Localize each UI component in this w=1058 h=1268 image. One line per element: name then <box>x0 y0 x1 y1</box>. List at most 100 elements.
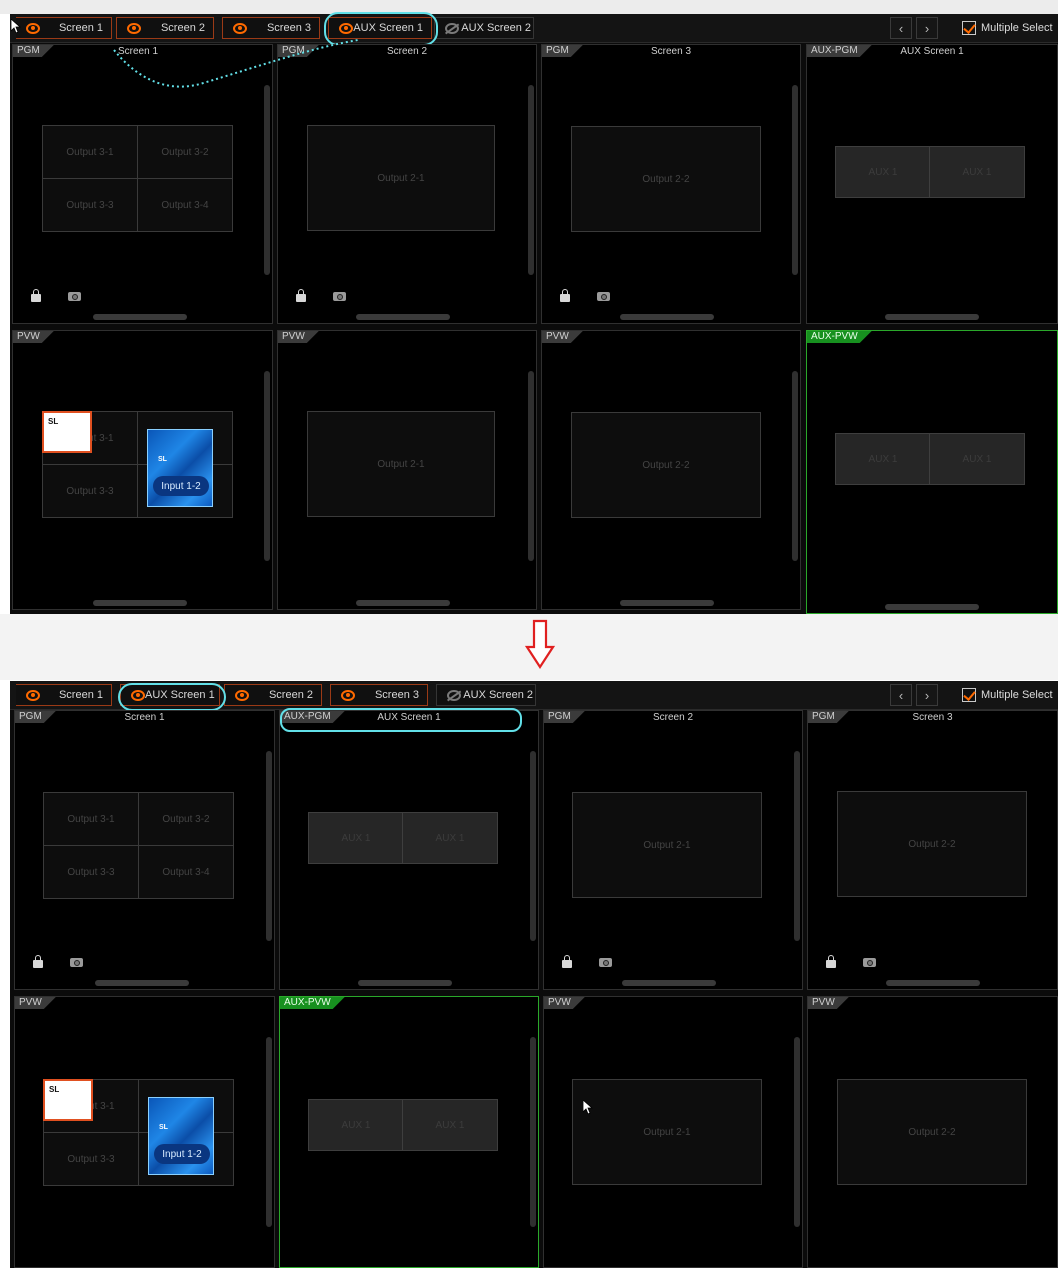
horizontal-scrollbar[interactable] <box>356 314 450 320</box>
horizontal-scrollbar[interactable] <box>885 314 979 320</box>
pvw-cell-aux-screen-1[interactable]: AUX-PVW AUX 1 AUX 1 <box>806 330 1058 614</box>
camera-icon[interactable] <box>68 292 81 301</box>
vertical-scrollbar[interactable] <box>264 371 270 561</box>
horizontal-scrollbar[interactable] <box>622 980 716 986</box>
pgm-cell-screen-2[interactable]: PGM Screen 2 Output 2-1 <box>543 710 803 990</box>
output-box[interactable]: Output 3-1 <box>43 792 139 846</box>
output-box[interactable]: Output 3-4 <box>137 178 233 232</box>
tab-aux-screen-1[interactable]: AUX Screen 1 <box>328 17 432 39</box>
lock-icon[interactable] <box>562 955 572 968</box>
nav-next-button[interactable]: › <box>916 17 938 39</box>
pgm-cell-screen-1[interactable]: PGM Screen 1 Output 3-1 Output 3-2 Outpu… <box>12 44 273 324</box>
pvw-cell-screen-1[interactable]: PVW Output 3-1 Output 3-3 SL SL Input 1-… <box>14 996 275 1268</box>
output-box[interactable]: Output 2-2 <box>837 791 1027 897</box>
output-box[interactable]: Output 2-2 <box>837 1079 1027 1185</box>
vertical-scrollbar[interactable] <box>530 751 536 941</box>
output-box[interactable]: Output 2-2 <box>571 412 761 518</box>
pvw-cell-screen-1[interactable]: PVW Output 3-1 Output 3-3 SL SL Input 1-… <box>12 330 273 610</box>
output-box[interactable]: Output 3-2 <box>137 125 233 179</box>
nav-prev-button[interactable]: ‹ <box>890 17 912 39</box>
eye-icon[interactable] <box>26 689 40 701</box>
output-box[interactable]: Output 3-3 <box>43 1132 139 1186</box>
horizontal-scrollbar[interactable] <box>886 980 980 986</box>
tab-screen-2[interactable]: Screen 2 <box>224 684 322 706</box>
lock-icon[interactable] <box>560 289 570 302</box>
horizontal-scrollbar[interactable] <box>885 604 979 610</box>
vertical-scrollbar[interactable] <box>266 1037 272 1227</box>
aux-output-box[interactable]: AUX 1 <box>835 433 931 485</box>
pvw-cell-screen-3[interactable]: PVW Output 2-2 <box>541 330 801 610</box>
eye-icon[interactable] <box>127 22 141 34</box>
nav-prev-button[interactable]: ‹ <box>890 684 912 706</box>
aux-output-box[interactable]: AUX 1 <box>402 812 498 864</box>
sl-layer[interactable]: SL <box>42 411 92 453</box>
eye-icon[interactable] <box>235 689 249 701</box>
output-box[interactable]: Output 2-1 <box>572 792 762 898</box>
camera-icon[interactable] <box>599 958 612 967</box>
pgm-cell-screen-1[interactable]: PGM Screen 1 Output 3-1 Output 3-2 Outpu… <box>14 710 275 990</box>
horizontal-scrollbar[interactable] <box>93 600 187 606</box>
aux-output-box[interactable]: AUX 1 <box>835 146 931 198</box>
aux-output-box[interactable]: AUX 1 <box>308 1099 404 1151</box>
eye-off-icon[interactable] <box>445 22 459 34</box>
pgm-cell-screen-2[interactable]: PGM Screen 2 Output 2-1 <box>277 44 537 324</box>
horizontal-scrollbar[interactable] <box>356 600 450 606</box>
aux-output-box[interactable]: AUX 1 <box>308 812 404 864</box>
lock-icon[interactable] <box>33 955 43 968</box>
camera-icon[interactable] <box>333 292 346 301</box>
pgm-cell-aux-screen-1[interactable]: AUX-PGM AUX Screen 1 AUX 1 AUX 1 <box>279 710 539 990</box>
multiple-select[interactable]: Multiple Select <box>962 688 1053 702</box>
eye-icon[interactable] <box>339 22 353 34</box>
pvw-cell-screen-3[interactable]: PVW Output 2-2 <box>807 996 1058 1268</box>
vertical-scrollbar[interactable] <box>528 85 534 275</box>
aux-output-box[interactable]: AUX 1 <box>929 146 1025 198</box>
sl-layer[interactable]: SL <box>43 1079 93 1121</box>
output-box[interactable]: Output 3-1 <box>42 125 138 179</box>
output-box[interactable]: Output 2-2 <box>571 126 761 232</box>
pgm-cell-aux-screen-1[interactable]: AUX-PGM AUX Screen 1 AUX 1 AUX 1 <box>806 44 1058 324</box>
tab-screen-3[interactable]: Screen 3 <box>330 684 428 706</box>
nav-next-button[interactable]: › <box>916 684 938 706</box>
checkbox-checked-icon[interactable] <box>962 688 976 702</box>
pgm-cell-screen-3[interactable]: PGM Screen 3 Output 2-2 <box>541 44 801 324</box>
tab-aux-screen-1[interactable]: AUX Screen 1 <box>120 684 220 706</box>
pvw-cell-screen-2[interactable]: PVW Output 2-1 <box>543 996 803 1268</box>
pvw-cell-aux-screen-1[interactable]: AUX-PVW AUX 1 AUX 1 <box>279 996 539 1268</box>
eye-icon[interactable] <box>26 22 40 34</box>
tab-screen-2[interactable]: Screen 2 <box>116 17 214 39</box>
camera-icon[interactable] <box>70 958 83 967</box>
horizontal-scrollbar[interactable] <box>620 600 714 606</box>
vertical-scrollbar[interactable] <box>528 371 534 561</box>
eye-off-icon[interactable] <box>447 689 461 701</box>
output-box[interactable]: Output 3-4 <box>138 845 234 899</box>
eye-icon[interactable] <box>341 689 355 701</box>
tab-screen-3[interactable]: Screen 3 <box>222 17 320 39</box>
lock-icon[interactable] <box>826 955 836 968</box>
horizontal-scrollbar[interactable] <box>95 980 189 986</box>
camera-icon[interactable] <box>597 292 610 301</box>
vertical-scrollbar[interactable] <box>264 85 270 275</box>
tab-screen-1[interactable]: Screen 1 <box>16 17 112 39</box>
vertical-scrollbar[interactable] <box>792 85 798 275</box>
output-box[interactable]: Output 3-2 <box>138 792 234 846</box>
input-layer[interactable]: SL Input 1-2 <box>148 1097 214 1175</box>
eye-icon[interactable] <box>233 22 247 34</box>
vertical-scrollbar[interactable] <box>530 1037 536 1227</box>
aux-output-box[interactable]: AUX 1 <box>929 433 1025 485</box>
eye-icon[interactable] <box>131 689 145 701</box>
output-box[interactable]: Output 2-1 <box>307 125 495 231</box>
vertical-scrollbar[interactable] <box>266 751 272 941</box>
output-box[interactable]: Output 2-1 <box>307 411 495 517</box>
output-box[interactable]: Output 3-3 <box>43 845 139 899</box>
output-box[interactable]: Output 3-3 <box>42 464 138 518</box>
horizontal-scrollbar[interactable] <box>93 314 187 320</box>
tab-aux-screen-2[interactable]: AUX Screen 2 <box>434 17 534 39</box>
output-box[interactable]: Output 2-1 <box>572 1079 762 1185</box>
tab-screen-1[interactable]: Screen 1 <box>16 684 112 706</box>
pgm-cell-screen-3[interactable]: PGM Screen 3 Output 2-2 <box>807 710 1058 990</box>
multiple-select[interactable]: Multiple Select <box>962 21 1053 35</box>
pvw-cell-screen-2[interactable]: PVW Output 2-1 <box>277 330 537 610</box>
aux-output-box[interactable]: AUX 1 <box>402 1099 498 1151</box>
camera-icon[interactable] <box>863 958 876 967</box>
input-layer[interactable]: SL Input 1-2 <box>147 429 213 507</box>
